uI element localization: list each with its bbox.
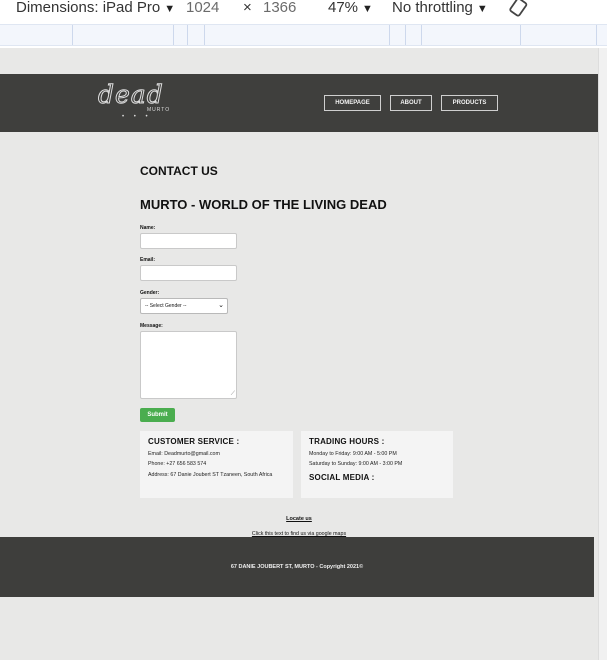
times-icon: × (243, 0, 252, 16)
logo-text: dead (98, 80, 164, 110)
chevron-down-icon: ⌄ (218, 302, 224, 309)
viewport-scrollbar[interactable] (598, 48, 607, 660)
gender-select[interactable]: -- Select Gender -- ⌄ (140, 298, 228, 314)
customer-service-email: Email: Deadmurto@gmail.com (148, 451, 220, 457)
zoom-label: 47% (328, 0, 359, 16)
media-query-ruler (0, 24, 607, 46)
rotate-icon[interactable] (508, 0, 530, 17)
dimensions-label: Dimensions: iPad Pro (16, 0, 161, 16)
nav-about-button[interactable]: ABOUT (390, 95, 432, 111)
logo-subtext: MURTO (147, 107, 171, 113)
submit-button[interactable]: Submit (140, 408, 175, 422)
page-viewport: dead MURTO • • • HOMEPAGE ABOUT PRODUCTS… (0, 48, 598, 660)
site-footer: 67 DANIE JOUBERT ST, MURTO - Copyright 2… (0, 537, 594, 597)
caret-down-icon: ▼ (164, 3, 176, 15)
height-field[interactable]: 1366 (263, 0, 296, 20)
message-label: Message: (140, 323, 163, 329)
nav-products-button[interactable]: PRODUCTS (441, 95, 498, 111)
email-label: Email: (140, 257, 156, 263)
logo-dots: • • • (122, 114, 152, 120)
customer-service-phone: Phone: +27 656 583 574 (148, 461, 207, 467)
dimensions-dropdown[interactable]: Dimensions: iPad Pro ▼ (16, 0, 175, 20)
caret-down-icon: ▼ (476, 3, 488, 15)
devtools-device-toolbar: Dimensions: iPad Pro ▼ 1024 × 1366 47% ▼ N… (0, 0, 607, 22)
email-input[interactable] (140, 265, 237, 281)
message-textarea[interactable]: ⟋ (140, 331, 237, 399)
customer-service-title: CUSTOMER SERVICE : (148, 437, 240, 446)
zoom-dropdown[interactable]: 47% ▼ (328, 0, 373, 20)
nav-homepage-button[interactable]: HOMEPAGE (324, 95, 381, 111)
locate-us-heading: Locate us (286, 516, 312, 522)
site-logo[interactable]: dead MURTO • • • (98, 80, 178, 124)
gender-select-value: -- Select Gender -- (145, 303, 187, 309)
trading-hours-weekdays: Monday to Friday: 9:00 AM - 5:00 PM (309, 451, 397, 457)
customer-service-card: CUSTOMER SERVICE : Email: Deadmurto@gmai… (140, 431, 293, 498)
social-media-title: SOCIAL MEDIA : (309, 473, 375, 482)
trading-hours-weekend: Saturday to Sunday: 9:00 AM - 3:00 PM (309, 461, 403, 467)
customer-service-address: Address: 67 Danie Joubert ST Tzaneen, So… (148, 472, 273, 478)
caret-down-icon: ▼ (362, 3, 373, 15)
trading-hours-card: TRADING HOURS : Monday to Friday: 9:00 A… (301, 431, 453, 498)
page-title: MURTO - WORLD OF THE LIVING DEAD (140, 197, 387, 212)
footer-text: 67 DANIE JOUBERT ST, MURTO - Copyright 2… (230, 564, 364, 570)
name-input[interactable] (140, 233, 237, 249)
gender-label: Gender: (140, 290, 160, 296)
throttling-dropdown[interactable]: No throttling ▼ (392, 0, 488, 20)
width-field[interactable]: 1024 (186, 0, 219, 20)
contact-heading: CONTACT US (140, 164, 218, 178)
name-label: Name: (140, 225, 156, 231)
throttling-label: No throttling (392, 0, 473, 16)
trading-hours-title: TRADING HOURS : (309, 437, 385, 446)
resize-grip-icon[interactable]: ⟋ (231, 391, 235, 398)
site-header: dead MURTO • • • HOMEPAGE ABOUT PRODUCTS (0, 74, 598, 132)
